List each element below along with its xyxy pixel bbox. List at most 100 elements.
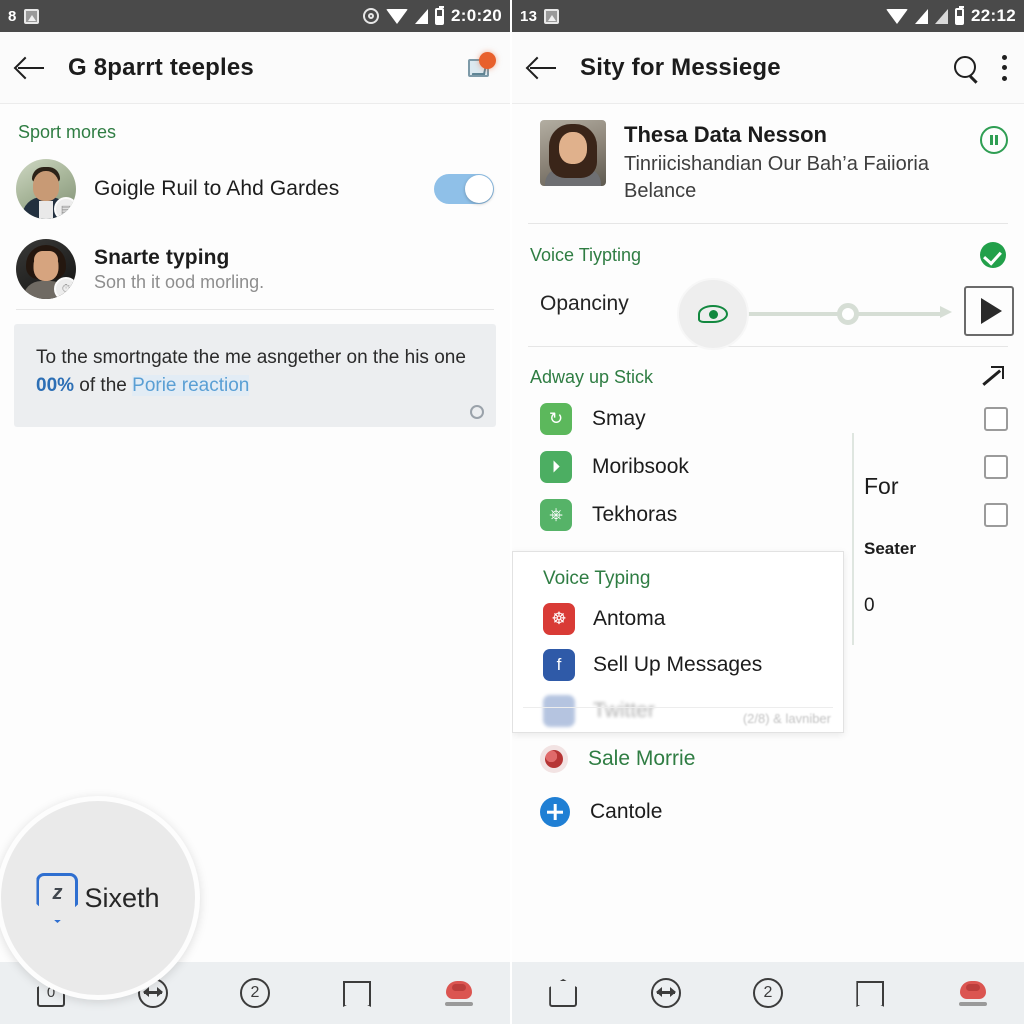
slider-thumb[interactable] [836, 303, 859, 325]
bubble-label: Sixeth [84, 882, 160, 913]
dropdown-divider [523, 707, 833, 708]
dropdown-item[interactable]: ☸ Antoma [513, 596, 843, 642]
nav-counter-icon[interactable]: 2 [235, 973, 275, 1013]
dropdown-footnote: (2/8) & lavniber [742, 711, 831, 726]
status-clock: 22:12 [971, 6, 1016, 25]
list-item-text: Goigle Ruil to Ahd Gardes [94, 177, 416, 201]
side-note-seater: Seater [864, 539, 916, 558]
nav-bookmark-icon[interactable] [337, 973, 377, 1013]
slider-track [722, 312, 942, 316]
shield-glyph: z [52, 882, 63, 904]
nav-arrows-icon[interactable] [646, 973, 686, 1013]
play-button-icon[interactable] [964, 286, 1014, 336]
left-status-bar: 8 2:0:20 [0, 0, 510, 32]
status-right-group: 2:0:20 [363, 5, 502, 26]
list-item[interactable]: ⎈ Tekhoras [512, 491, 1024, 539]
picture-icon [544, 8, 560, 24]
sync-icon: ↻ [540, 403, 572, 435]
list-item[interactable]: Cantole [512, 785, 1024, 839]
list-item[interactable]: ⏵ Moribsook [512, 443, 1024, 491]
info-line-2-pre: his one [404, 347, 466, 368]
back-arrow-icon[interactable] [16, 53, 46, 83]
status-right-group: 22:12 [886, 5, 1016, 26]
dual-phone-screenshot: 8 2:0:20 G 8parrt teeples Sport mores ▤ … [0, 0, 1024, 1024]
list-item-subtitle: Son th it ood morling. [94, 271, 265, 292]
info-line-2-mid: of the [74, 374, 133, 396]
info-card-text: To the smortngate the me asngether on th… [36, 344, 474, 399]
pause-circle-icon[interactable] [980, 126, 1008, 154]
right-app-bar: Sity for Messiege [512, 32, 1024, 104]
list-item[interactable]: ↻ Smay [512, 395, 1024, 443]
picture-icon [23, 8, 39, 24]
twitter-icon [543, 695, 575, 727]
info-link[interactable]: Porie reaction [132, 374, 250, 396]
info-card: To the smortngate the me asngether on th… [14, 324, 496, 428]
left-appbar-actions [468, 51, 496, 81]
left-app-bar: G 8parrt teeples [0, 32, 510, 104]
right-bottom-nav: 2 [512, 962, 1024, 1024]
nav-heart-icon[interactable] [953, 973, 993, 1013]
nav-counter-value: 2 [763, 984, 773, 1001]
info-percent: 00% [36, 374, 75, 396]
status-left-group: 13 [520, 8, 560, 25]
search-icon[interactable] [952, 54, 980, 82]
signal-icon [935, 8, 949, 24]
list-item-label: Sale Morrie [588, 747, 696, 770]
status-left-group: 8 [8, 8, 39, 25]
status-clock: 2:0:20 [451, 6, 502, 25]
checkbox[interactable] [984, 455, 1008, 479]
table-icon: ⎈ [540, 499, 572, 531]
shield-badge-icon: z [36, 873, 79, 923]
adway-section-title-row: Adway up Stick [512, 347, 1024, 395]
vertical-divider [852, 433, 854, 645]
arrow-northeast-icon[interactable] [982, 365, 1006, 389]
checkbox[interactable] [984, 407, 1008, 431]
list-item-label: Cantole [590, 800, 663, 823]
list-item[interactable]: ⏱ Snarte typing Son th it ood morling. [0, 229, 510, 309]
mail-badge-icon[interactable] [468, 51, 496, 81]
page-title: Sity for Messiege [580, 53, 781, 81]
gear-icon [363, 8, 380, 24]
plus-circle-icon [540, 797, 570, 827]
list-divider [16, 309, 494, 310]
kebab-menu-icon[interactable] [1002, 54, 1008, 81]
floating-brand-bubble[interactable]: z Sixeth [0, 796, 200, 1000]
side-note-for: For [864, 473, 899, 499]
list-item-label: Tekhoras [592, 503, 678, 526]
list-item[interactable]: Sale Morrie [512, 733, 1024, 785]
gear-icon[interactable] [470, 405, 484, 420]
eye-icon[interactable] [677, 278, 749, 350]
list-item[interactable]: ▤ Goigle Ruil to Ahd Gardes [0, 149, 510, 229]
nav-bookmark-icon[interactable] [850, 973, 890, 1013]
slider-right-arrow [940, 306, 952, 318]
toggle-switch[interactable] [434, 174, 494, 204]
check-circle-icon [980, 242, 1006, 268]
nav-heart-icon[interactable] [439, 973, 479, 1013]
nav-counter-icon[interactable]: 2 [748, 973, 788, 1013]
profile-card[interactable]: Thesa Data Nesson Tinriicishandian Our B… [512, 104, 1024, 223]
avatar: ⏱ [16, 239, 76, 299]
voice-typing-dropdown: Voice Typing ☸ Antoma f Sell Up Messages… [512, 551, 844, 733]
adway-section-title: Adway up Stick [530, 366, 654, 387]
battery-icon [955, 5, 965, 25]
dropdown-item[interactable]: f Sell Up Messages [513, 642, 843, 688]
voice-section-title-row: Voice Tiypting [512, 224, 1024, 274]
facebook-icon: f [543, 649, 575, 681]
dropdown-item-label: Antoma [593, 607, 666, 630]
chart-badge-icon: ▤ [54, 197, 76, 219]
avatar: ▤ [16, 159, 76, 219]
back-arrow-icon[interactable] [528, 53, 558, 83]
left-section-title: Sport mores [18, 122, 117, 142]
checkbox[interactable] [984, 503, 1008, 527]
dropdown-item-label: Sell Up Messages [593, 653, 763, 676]
play-badge-icon: ⏵ [540, 451, 572, 483]
red-app-icon: ☸ [543, 603, 575, 635]
status-left-text: 8 [8, 7, 17, 25]
avatar [540, 120, 606, 186]
nav-home-icon[interactable] [543, 973, 583, 1013]
toggle-knob [465, 175, 493, 203]
profile-subtitle: Tinriicishandian Our Bah’a Faiioria Bela… [624, 153, 929, 202]
battery-icon [435, 5, 445, 25]
list-item-title: Snarte typing [94, 245, 230, 269]
adway-check-list: ↻ Smay ⏵ Moribsook ⎈ Tekhoras For Seater… [512, 395, 1024, 645]
